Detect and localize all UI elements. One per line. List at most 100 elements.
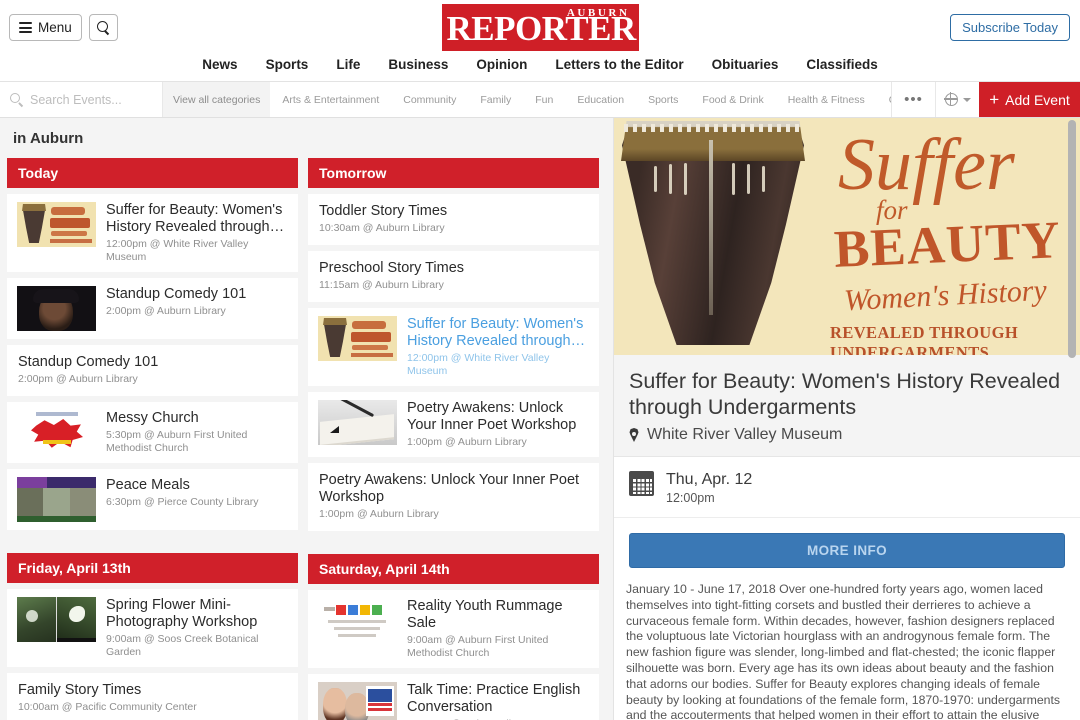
corset-lace-dots xyxy=(624,124,802,132)
language-selector[interactable] xyxy=(935,82,979,117)
event-list-item[interactable]: Preschool Story Times 11:15am @ Auburn Li… xyxy=(308,251,599,302)
event-item-text: Suffer for Beauty: Women's History Revea… xyxy=(407,316,589,378)
detail-scrollbar-thumb[interactable] xyxy=(1068,120,1076,358)
subscribe-button[interactable]: Subscribe Today xyxy=(950,14,1070,41)
events-search-box[interactable] xyxy=(0,82,163,117)
more-info-button[interactable]: MORE INFO xyxy=(629,533,1065,568)
event-list-item[interactable]: Suffer for Beauty: Women's History Revea… xyxy=(308,308,599,386)
category-family[interactable]: Family xyxy=(468,82,523,117)
event-list-item[interactable]: Talk Time: Practice English Conversation… xyxy=(308,674,599,720)
event-item-title: Messy Church xyxy=(106,410,199,426)
category-arts[interactable]: Arts & Entertainment xyxy=(270,82,391,117)
category-health[interactable]: Health & Fitness xyxy=(776,82,877,117)
nav-item-obituaries[interactable]: Obituaries xyxy=(712,57,779,72)
add-event-label: Add Event xyxy=(1005,91,1070,108)
more-categories-button[interactable]: ••• xyxy=(891,82,935,117)
event-list-item[interactable]: Reality Youth Rummage Sale 9:00am @ Aubur… xyxy=(308,590,599,668)
event-item-title: Poetry Awakens: Unlock Your Inner Poet W… xyxy=(319,472,580,505)
search-icon xyxy=(10,93,23,106)
event-item-title: Family Story Times xyxy=(18,682,142,698)
event-detail-venue-row: White River Valley Museum xyxy=(629,426,1065,444)
event-item-meta: 12:00pm @ White River Valley Museum xyxy=(407,352,550,377)
event-list-item[interactable]: Suffer for Beauty: Women's History Revea… xyxy=(7,194,298,272)
event-item-title: Peace Meals xyxy=(106,477,190,493)
event-item-text: Reality Youth Rummage Sale 9:00am @ Aubur… xyxy=(407,598,589,660)
search-input[interactable] xyxy=(30,92,155,107)
event-item-title: Suffer for Beauty: Women's History Revea… xyxy=(407,316,586,349)
event-item-text: Toddler Story Times 10:30am @ Auburn Libr… xyxy=(319,203,588,235)
nav-item-news[interactable]: News xyxy=(202,57,237,72)
event-list-item[interactable]: Standup Comedy 101 2:00pm @ Auburn Librar… xyxy=(7,345,298,396)
category-education[interactable]: Education xyxy=(565,82,636,117)
plus-icon: + xyxy=(989,89,1000,109)
event-detail-header: Suffer for Beauty: Women's History Revea… xyxy=(614,355,1080,457)
category-filter-list: View all categories Arts & Entertainment… xyxy=(163,82,891,117)
event-thumbnail xyxy=(17,286,96,331)
detail-scrollbar-track[interactable] xyxy=(1068,118,1078,720)
event-item-text: Peace Meals 6:30pm @ Pierce County Librar… xyxy=(106,477,288,509)
event-list-item[interactable]: Toddler Story Times 10:30am @ Auburn Libr… xyxy=(308,194,599,245)
day-header: Today xyxy=(7,158,298,188)
event-thumbnail xyxy=(318,598,397,643)
event-thumbnail xyxy=(318,682,397,720)
events-toolbar: View all categories Arts & Entertainment… xyxy=(0,82,1080,118)
event-item-text: Spring Flower Mini-Photography Workshop 9… xyxy=(106,597,288,659)
category-community[interactable]: Community xyxy=(391,82,468,117)
event-thumbnail xyxy=(17,410,96,455)
event-item-meta: 9:00am @ Soos Creek Botanical Garden xyxy=(106,633,259,658)
event-item-title: Reality Youth Rummage Sale xyxy=(407,598,563,631)
chevron-down-icon xyxy=(962,97,971,102)
event-list-item[interactable]: Family Story Times 10:00am @ Pacific Comm… xyxy=(7,673,298,720)
event-item-meta: 6:30pm @ Pierce County Library xyxy=(106,496,259,508)
calendar-icon xyxy=(629,471,654,496)
event-item-title: Spring Flower Mini-Photography Workshop xyxy=(106,597,258,630)
nav-item-sports[interactable]: Sports xyxy=(266,57,309,72)
nav-item-opinion[interactable]: Opinion xyxy=(476,57,527,72)
nav-item-business[interactable]: Business xyxy=(388,57,448,72)
event-list-item[interactable]: Poetry Awakens: Unlock Your Inner Poet W… xyxy=(308,392,599,457)
event-item-meta: 12:00pm @ White River Valley Museum xyxy=(106,238,249,263)
event-item-text: Talk Time: Practice English Conversation… xyxy=(407,682,589,720)
hero-line-revealed: REVEALED THROUGH UNDERGARMENTS xyxy=(830,323,1019,355)
logo-wrap: AUBURN REPORTER xyxy=(0,4,1080,51)
event-list-item[interactable]: Messy Church 5:30pm @ Auburn First United… xyxy=(7,402,298,463)
nav-item-letters[interactable]: Letters to the Editor xyxy=(555,57,683,72)
category-sports[interactable]: Sports xyxy=(636,82,690,117)
main-nav: News Sports Life Business Opinion Letter… xyxy=(0,57,1080,72)
category-view-all[interactable]: View all categories xyxy=(163,82,271,117)
event-item-meta: 10:30am @ Auburn Library xyxy=(319,222,445,234)
events-list-pane[interactable]: in Auburn Today Suffer for Beauty: Women'… xyxy=(0,118,613,720)
event-columns: Today Suffer for Beauty: Women's History … xyxy=(0,158,613,720)
main-content: in Auburn Today Suffer for Beauty: Women'… xyxy=(0,118,1080,720)
event-list-item[interactable]: Standup Comedy 101 2:00pm @ Auburn Librar… xyxy=(7,278,298,339)
hero-line-suffer: Suffer xyxy=(838,124,1015,206)
globe-icon xyxy=(943,92,958,106)
event-item-text: Poetry Awakens: Unlock Your Inner Poet W… xyxy=(407,400,589,449)
day-header: Tomorrow xyxy=(308,158,599,188)
event-list-item[interactable]: Poetry Awakens: Unlock Your Inner Poet W… xyxy=(308,463,599,531)
event-item-meta: 2:00pm @ Auburn Library xyxy=(106,305,226,317)
event-list-item[interactable]: Peace Meals 6:30pm @ Pierce County Librar… xyxy=(7,469,298,530)
event-detail-pane[interactable]: Suffer for BEAUTY Women's History REVEAL… xyxy=(613,118,1080,720)
nav-item-life[interactable]: Life xyxy=(336,57,360,72)
category-fun[interactable]: Fun xyxy=(523,82,565,117)
event-item-text: Family Story Times 10:00am @ Pacific Comm… xyxy=(18,682,287,714)
event-item-title: Poetry Awakens: Unlock Your Inner Poet W… xyxy=(407,400,577,433)
event-list-item[interactable]: Spring Flower Mini-Photography Workshop 9… xyxy=(7,589,298,667)
site-logo[interactable]: AUBURN REPORTER xyxy=(441,4,639,51)
event-item-meta: 1:00pm @ Auburn Library xyxy=(407,436,527,448)
event-item-meta: 2:00pm @ Auburn Library xyxy=(18,373,138,385)
nav-item-classifieds[interactable]: Classifieds xyxy=(806,57,877,72)
event-thumbnail xyxy=(318,316,397,361)
event-description: January 10 - June 17, 2018 Over one-hund… xyxy=(626,582,1061,720)
day-header: Saturday, April 14th xyxy=(308,554,599,584)
category-outdoors[interactable]: Outdoors xyxy=(877,82,891,117)
event-item-text: Standup Comedy 101 2:00pm @ Auburn Librar… xyxy=(18,354,287,386)
category-food-drink[interactable]: Food & Drink xyxy=(690,82,775,117)
hero-line-womens: Women's History xyxy=(843,273,1048,318)
site-header: Menu AUBURN REPORTER Subscribe Today New… xyxy=(0,0,1080,82)
events-column-right: Tomorrow Toddler Story Times 10:30am @ Aub… xyxy=(308,158,599,720)
add-event-button[interactable]: + Add Event xyxy=(979,82,1080,117)
event-item-meta: 10:00am @ Pacific Community Center xyxy=(18,701,197,713)
event-detail-title: Suffer for Beauty: Women's History Revea… xyxy=(629,369,1061,419)
